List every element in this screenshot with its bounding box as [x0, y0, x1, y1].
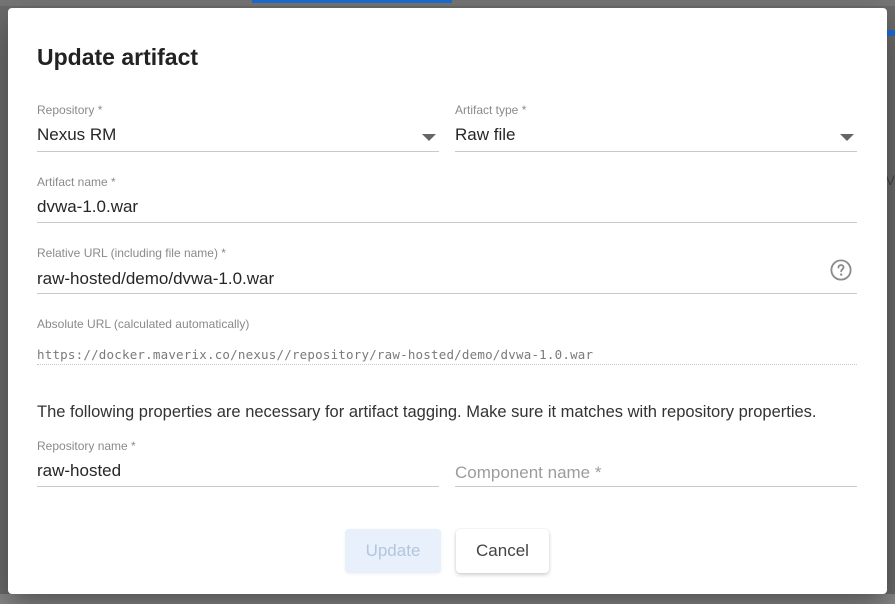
repository-name-label: Repository name * — [37, 439, 136, 453]
relative-url-label: Relative URL (including file name) * — [37, 246, 226, 260]
background-footer — [0, 594, 895, 604]
component-name-placeholder[interactable]: Component name * — [455, 463, 601, 483]
field-underline — [37, 486, 439, 487]
artifact-type-select[interactable]: Artifact type * Raw file — [455, 103, 857, 152]
background-accent — [887, 30, 895, 36]
background-text: V — [885, 172, 895, 188]
repository-select[interactable]: Repository * Nexus RM — [37, 103, 439, 152]
update-artifact-dialog: Update artifact Repository * Nexus RM Ar… — [8, 8, 887, 594]
update-button[interactable]: Update — [345, 529, 441, 573]
repository-value: Nexus RM — [37, 125, 117, 144]
component-name-field[interactable]: Component name * — [455, 439, 857, 487]
field-underline — [37, 293, 857, 294]
repository-label: Repository * — [37, 103, 103, 117]
chevron-down-icon[interactable] — [422, 134, 436, 141]
field-underline — [455, 486, 857, 487]
artifact-name-value[interactable]: dvwa-1.0.war — [37, 197, 138, 217]
help-circle-icon[interactable] — [830, 259, 852, 281]
relative-url-field[interactable]: Relative URL (including file name) * raw… — [37, 246, 857, 294]
field-underline — [37, 151, 439, 152]
field-underline — [37, 364, 857, 365]
field-underline — [37, 222, 857, 223]
absolute-url-label: Absolute URL (calculated automatically) — [37, 317, 250, 331]
relative-url-value[interactable]: raw-hosted/demo/dvwa-1.0.war — [37, 269, 274, 289]
cancel-button[interactable]: Cancel — [456, 529, 549, 573]
repository-name-value[interactable]: raw-hosted — [37, 461, 121, 481]
artifact-type-value: Raw file — [455, 125, 516, 144]
background-active-tab — [252, 0, 452, 3]
absolute-url-field: Absolute URL (calculated automatically) … — [37, 317, 857, 365]
artifact-name-field[interactable]: Artifact name * dvwa-1.0.war — [37, 175, 857, 223]
chevron-down-icon[interactable] — [840, 134, 854, 141]
artifact-type-label: Artifact type * — [455, 103, 527, 117]
dialog-title: Update artifact — [37, 44, 199, 70]
tagging-note: The following properties are necessary f… — [37, 403, 817, 421]
field-underline — [455, 151, 857, 152]
repository-name-field[interactable]: Repository name * raw-hosted — [37, 439, 439, 487]
artifact-name-label: Artifact name * — [37, 175, 116, 189]
absolute-url-value: https://docker.maverix.co/nexus//reposit… — [37, 347, 594, 362]
